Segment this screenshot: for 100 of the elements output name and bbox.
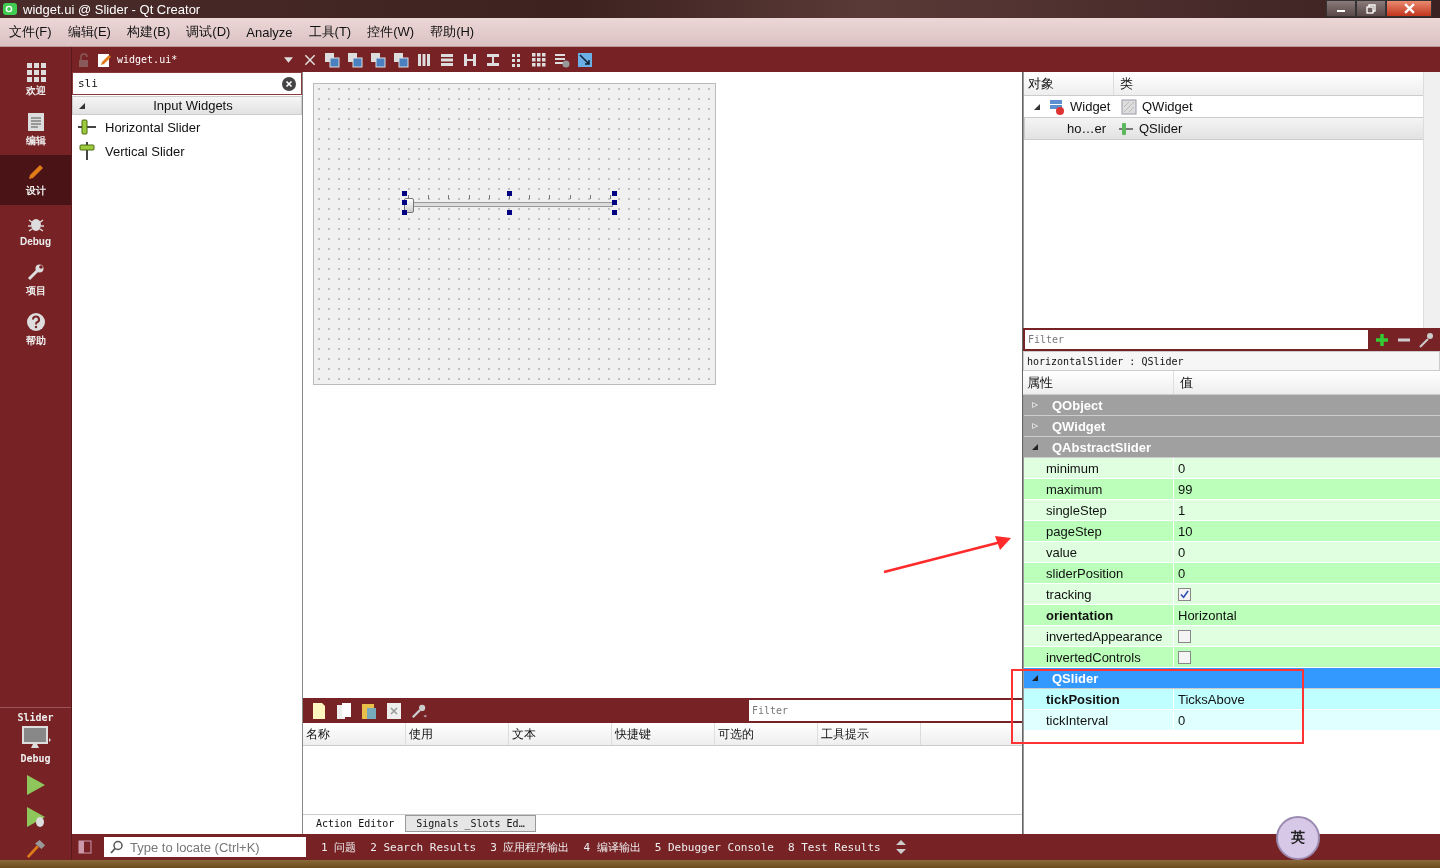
plus-icon[interactable] (1374, 331, 1390, 348)
slider-icon (77, 141, 97, 161)
column-header[interactable]: 使用 (406, 723, 509, 745)
form-tool-icon[interactable] (393, 51, 409, 68)
object-label: horizontalSlider : QSlider (1023, 351, 1440, 371)
expand-arrow-icon[interactable] (1032, 675, 1038, 681)
menu-item[interactable]: 工具(T) (308, 23, 352, 41)
paste-icon[interactable] (361, 701, 377, 720)
property-name: pageStep (1024, 521, 1174, 541)
form-tool-icon[interactable] (370, 51, 386, 68)
checkbox[interactable] (1178, 629, 1191, 643)
column-header[interactable]: 值 (1174, 371, 1193, 394)
run-icon[interactable] (25, 774, 46, 796)
editor-tab[interactable]: Signals _Slots Ed… (405, 815, 536, 832)
wrench-icon[interactable] (1418, 331, 1434, 348)
property-value[interactable]: Horizontal (1178, 607, 1237, 623)
search-icon (110, 840, 124, 854)
menu-item[interactable]: 帮助(H) (430, 23, 475, 41)
close-icon (1403, 3, 1415, 14)
minimize-button[interactable] (1326, 0, 1356, 17)
column-header[interactable]: 对象 (1024, 72, 1114, 95)
dropdown-caret-icon[interactable] (284, 56, 293, 63)
locator-field[interactable]: Type to locate (Ctrl+K) (104, 837, 306, 857)
tree-row[interactable]: Widget QWidget (1024, 96, 1424, 117)
filter-field[interactable]: Filter (1025, 330, 1368, 349)
slider-icon (77, 117, 97, 137)
menu-item[interactable]: 控件(W) (367, 23, 415, 41)
form-tool-icon[interactable] (416, 51, 432, 68)
checkbox[interactable] (1178, 587, 1191, 601)
form-tool-icon[interactable] (577, 51, 593, 68)
widget-search-field[interactable]: sli (72, 72, 302, 95)
output-pane-button[interactable]: 8 Test Results (780, 840, 888, 854)
form-tool-icon[interactable] (485, 51, 501, 68)
copy-icon[interactable] (336, 701, 352, 720)
clear-icon[interactable] (282, 76, 296, 91)
property-value[interactable]: 99 (1178, 481, 1193, 497)
restore-button[interactable] (1356, 0, 1386, 17)
output-pane-button[interactable]: 4 编译输出 (576, 839, 648, 855)
widget-item[interactable]: Vertical Slider (72, 139, 302, 163)
tree-row[interactable]: ho…er QSlider (1024, 117, 1424, 140)
target-selector[interactable]: Slider Debug (0, 707, 71, 764)
mode-tab[interactable]: 设计 (0, 155, 71, 205)
slider-icon (1118, 120, 1134, 137)
menu-item[interactable]: 文件(F) (9, 23, 52, 41)
expand-arrow-icon[interactable] (1032, 444, 1038, 450)
form-tool-icon[interactable] (439, 51, 455, 68)
hammer-icon[interactable] (25, 838, 46, 860)
property-value[interactable]: 0 (1178, 565, 1186, 581)
mode-tab[interactable]: 帮助 (0, 305, 71, 355)
column-header[interactable]: 类 (1114, 72, 1133, 95)
property-name: invertedControls (1024, 647, 1174, 667)
sidebar-toggle-icon[interactable] (78, 840, 92, 854)
column-header[interactable]: 可选的 (715, 723, 818, 745)
mode-tab[interactable]: 项目 (0, 255, 71, 305)
new-action-icon[interactable] (311, 701, 327, 720)
column-header[interactable]: 属性 (1023, 371, 1174, 394)
menu-item[interactable]: 构建(B) (126, 23, 171, 41)
form-tool-icon[interactable] (531, 51, 547, 68)
form-tool-icon[interactable] (347, 51, 363, 68)
mode-tab[interactable]: Debug (0, 205, 71, 255)
debug-run-icon[interactable] (25, 806, 46, 828)
menu-item[interactable]: 编辑(E) (67, 23, 111, 41)
menu-item[interactable]: 调试(D) (186, 23, 231, 41)
property-name: tracking (1024, 584, 1174, 604)
close-button[interactable] (1386, 0, 1432, 17)
output-pane-button[interactable]: 5 Debugger Console (647, 840, 781, 854)
column-header[interactable]: 名称 (303, 723, 406, 745)
mode-tab[interactable]: 欢迎 (0, 55, 71, 105)
filter-field[interactable]: Filter (749, 700, 1022, 721)
property-value[interactable]: 0 (1178, 712, 1186, 728)
property-value[interactable]: 0 (1178, 460, 1186, 476)
menu-item[interactable]: Analyze (246, 24, 293, 40)
expand-arrow-icon[interactable] (1034, 103, 1040, 110)
form-tool-icon[interactable] (324, 51, 340, 68)
form-tool-icon[interactable] (554, 51, 570, 68)
output-pane-button[interactable]: 1 问题 (314, 839, 364, 855)
property-name: maximum (1024, 479, 1174, 499)
category-header[interactable]: Input Widgets (72, 96, 302, 115)
property-name: tickPosition (1024, 689, 1174, 709)
column-header[interactable]: 文本 (509, 723, 612, 745)
output-pane-button[interactable]: 3 应用程序输出 (483, 839, 577, 855)
column-header[interactable]: 工具提示 (818, 723, 921, 745)
property-value[interactable]: 10 (1178, 523, 1193, 539)
form-tool-icon[interactable] (462, 51, 478, 68)
output-pane-button[interactable]: 2 Search Results (363, 840, 484, 854)
property-name: minimum (1024, 458, 1174, 478)
property-value[interactable]: 0 (1178, 544, 1186, 560)
column-header[interactable]: 快捷键 (612, 723, 715, 745)
property-value[interactable]: TicksAbove (1178, 691, 1245, 707)
document-name[interactable]: widget.ui* (117, 54, 278, 65)
up-down-arrows-icon[interactable] (895, 840, 906, 854)
checkbox[interactable] (1178, 650, 1191, 664)
delete-icon[interactable] (386, 701, 402, 720)
wrench-icon (25, 262, 46, 282)
horizontal-slider[interactable] (404, 193, 615, 213)
mode-tab[interactable]: 编辑 (0, 105, 71, 155)
property-value[interactable]: 1 (1178, 502, 1186, 518)
scrollbar[interactable] (1423, 72, 1440, 328)
widget-item[interactable]: Horizontal Slider (72, 115, 302, 139)
close-document-icon[interactable] (303, 52, 317, 67)
